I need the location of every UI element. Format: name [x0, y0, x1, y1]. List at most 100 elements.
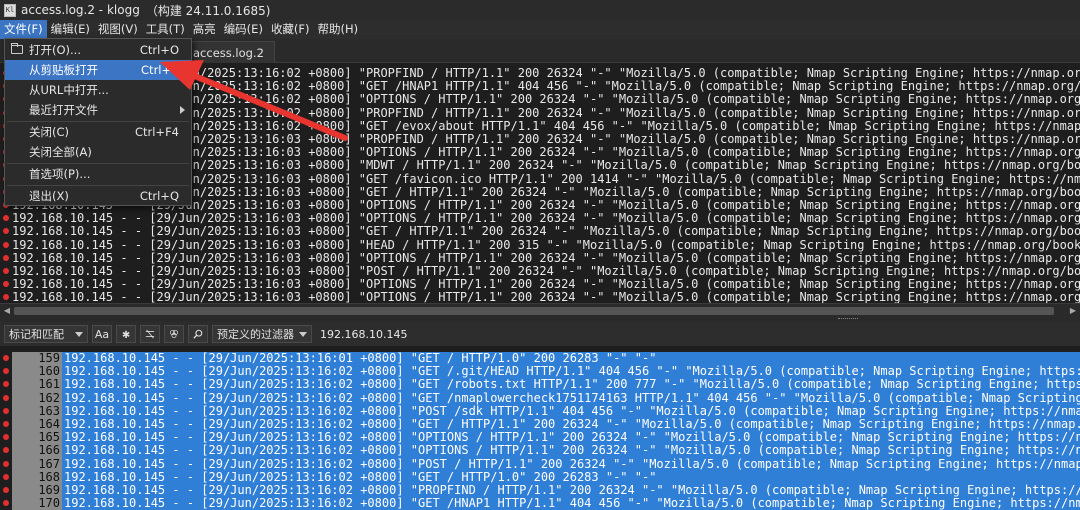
- result-text: 192.168.10.145 - - [29/Jun/2025:13:16:02…: [62, 377, 1080, 392]
- menu-tools[interactable]: 工具(T): [142, 20, 189, 39]
- menu-item-label: 从URL中打开...: [29, 83, 109, 97]
- result-row[interactable]: 161 192.168.10.145 - - [29/Jun/2025:13:16…: [0, 377, 1080, 392]
- menu-item-shortcut: Ctrl+F4: [134, 125, 179, 139]
- inverse-match-icon[interactable]: [140, 325, 160, 343]
- file-menu-dropdown: 打开(O)... Ctrl+O 从剪贴板打开 Ctrl+V 从URL中打开...…: [4, 38, 192, 206]
- match-marker-icon: [3, 368, 9, 375]
- menu-view[interactable]: 视图(V): [94, 20, 142, 39]
- log-line-text: 192.168.10.145 - - [29/Jun/2025:13:16:03…: [12, 224, 1080, 239]
- menu-file[interactable]: 文件(F): [0, 20, 47, 39]
- result-text: 192.168.10.145 - - [29/Jun/2025:13:16:02…: [62, 456, 1080, 471]
- match-marker-icon: [3, 294, 9, 301]
- match-marker-icon: [3, 421, 9, 427]
- menu-item-shortcut: Ctrl+O: [139, 43, 179, 57]
- svg-text:✱: ✱: [122, 330, 130, 340]
- result-row[interactable]: 170 192.168.10.145 - - [29/Jun/2025:13:16…: [0, 496, 1080, 510]
- submenu-arrow-icon: [180, 106, 185, 114]
- log-line[interactable]: 192.168.10.145 - - [29/Jun/2025:13:16:03…: [0, 237, 1080, 252]
- menu-item-open-url[interactable]: 从URL中打开...: [5, 80, 191, 100]
- result-row[interactable]: 166 192.168.10.145 - - [29/Jun/2025:13:16…: [0, 443, 1080, 458]
- match-marker-icon: [3, 241, 9, 248]
- menu-item-preferences[interactable]: 首选项(P)...: [5, 164, 191, 184]
- match-marker-icon: [3, 228, 9, 235]
- match-marker-icon: [3, 394, 9, 401]
- result-text: 192.168.10.145 - - [29/Jun/2025:13:16:02…: [62, 443, 1080, 458]
- menu-highlight[interactable]: 高亮: [189, 20, 220, 39]
- menu-item-label: 关闭(C): [29, 125, 70, 139]
- menu-item-shortcut: Ctrl+Q: [139, 189, 179, 203]
- menu-item-label: 关闭全部(A): [29, 145, 92, 159]
- mark-match-dropdown[interactable]: 标记和匹配: [4, 325, 88, 343]
- menu-bar: 文件(F) 编辑(E) 视图(V) 工具(T) 高亮 编码(E) 收藏(F) 帮…: [0, 20, 1080, 39]
- scroll-left-icon[interactable]: ◀: [2, 306, 12, 316]
- line-number: 167: [12, 457, 62, 471]
- menu-help[interactable]: 帮助(H): [314, 20, 363, 39]
- menu-item-recent-files[interactable]: 最近打开文件: [5, 100, 191, 120]
- menu-favorites[interactable]: 收藏(F): [267, 20, 314, 39]
- scroll-right-icon[interactable]: ▶: [1068, 306, 1078, 316]
- match-case-label: Aa: [94, 327, 110, 341]
- result-text: 192.168.10.145 - - [29/Jun/2025:13:16:02…: [62, 496, 1080, 510]
- menu-encoding[interactable]: 编码(E): [220, 20, 267, 39]
- menu-item-open[interactable]: 打开(O)... Ctrl+O: [5, 40, 191, 60]
- menu-item-exit[interactable]: 退出(X) Ctrl+Q: [5, 186, 191, 206]
- build-info: （构建 24.11.0.1685): [145, 3, 271, 18]
- log-line[interactable]: 192.168.10.145 - - [29/Jun/2025:13:16:03…: [0, 277, 1080, 291]
- menu-edit[interactable]: 编辑(E): [47, 20, 94, 39]
- menu-item-label: 最近打开文件: [29, 103, 98, 117]
- horizontal-scrollbar[interactable]: ◀ ▶: [0, 303, 1080, 317]
- filtered-results-view[interactable]: 159 192.168.10.145 - - [29/Jun/2025:13:16…: [0, 346, 1080, 510]
- mark-match-label: 标记和匹配: [9, 328, 64, 341]
- log-line[interactable]: 192.168.10.145 - - [29/Jun/2025:13:16:03…: [0, 251, 1080, 265]
- splitter-grip[interactable]: [838, 318, 858, 321]
- window-title: access.log.2 - klogg: [21, 3, 140, 17]
- result-row[interactable]: 168 192.168.10.145 - - [29/Jun/2025:13:16…: [0, 470, 1080, 484]
- match-marker-icon: [3, 407, 9, 414]
- match-marker-icon: [3, 281, 9, 288]
- title-bar: Kl access.log.2 - klogg （构建 24.11.0.1685…: [0, 0, 1080, 20]
- match-marker-icon: [3, 460, 9, 467]
- tab-access-log[interactable]: access.log.2: [182, 41, 275, 63]
- search-input[interactable]: 192.168.10.145: [320, 328, 407, 341]
- result-row[interactable]: 165 192.168.10.145 - - [29/Jun/2025:13:16…: [0, 430, 1080, 445]
- result-row[interactable]: 160 192.168.10.145 - - [29/Jun/2025:13:16…: [0, 364, 1080, 379]
- match-marker-icon: [3, 500, 9, 507]
- search-icon[interactable]: [188, 325, 208, 343]
- result-row[interactable]: 162 192.168.10.145 - - [29/Jun/2025:13:16…: [0, 390, 1080, 405]
- folder-open-icon: [11, 43, 23, 54]
- menu-item-label: 退出(X): [29, 189, 69, 203]
- menu-item-label: 从剪贴板打开: [29, 63, 98, 77]
- log-line[interactable]: 192.168.10.145 - - [29/Jun/2025:13:16:03…: [0, 225, 1080, 238]
- boolean-combine-icon[interactable]: [164, 325, 184, 343]
- match-marker-icon: [3, 434, 9, 441]
- match-marker-icon: [3, 254, 9, 261]
- match-case-button[interactable]: Aa: [92, 325, 112, 343]
- match-marker-icon: [3, 215, 9, 222]
- match-marker-icon: [3, 355, 9, 361]
- menu-item-label: 打开(O)...: [29, 43, 81, 57]
- line-number: 162: [12, 391, 62, 405]
- match-marker-icon: [3, 473, 9, 480]
- match-marker-icon: [3, 381, 9, 388]
- line-number: 166: [12, 444, 62, 458]
- menu-item-close[interactable]: 关闭(C) Ctrl+F4: [5, 122, 191, 142]
- result-text: 192.168.10.145 - - [29/Jun/2025:13:16:02…: [62, 390, 1080, 405]
- klogg-window: Kl access.log.2 - klogg （构建 24.11.0.1685…: [0, 0, 1080, 510]
- line-number: 170: [12, 496, 62, 510]
- match-marker-icon: [3, 447, 9, 454]
- predefined-filters-dropdown[interactable]: 预定义的过滤器: [212, 325, 312, 343]
- match-marker-icon: [3, 487, 9, 493]
- line-number: 161: [12, 378, 62, 392]
- match-marker-icon: [3, 268, 9, 274]
- filter-bar: 标记和匹配 Aa ✱ 预定义的过滤器 192.168.10.145: [0, 322, 1080, 346]
- menu-item-open-clipboard[interactable]: 从剪贴板打开 Ctrl+V: [5, 60, 191, 80]
- scrollbar-thumb[interactable]: [14, 307, 1054, 315]
- predefined-filters-label: 预定义的过滤器: [217, 328, 294, 341]
- app-icon: Kl: [4, 3, 16, 17]
- result-row[interactable]: 167 192.168.10.145 - - [29/Jun/2025:13:16…: [0, 456, 1080, 471]
- regex-icon[interactable]: ✱: [116, 325, 136, 343]
- menu-item-close-all[interactable]: 关闭全部(A): [5, 142, 191, 162]
- log-line-text: 192.168.10.145 - - [29/Jun/2025:13:16:03…: [12, 237, 1080, 252]
- log-line[interactable]: 192.168.10.145 - - [29/Jun/2025:13:16:03…: [0, 211, 1080, 225]
- result-row[interactable]: 163 192.168.10.145 - - [29/Jun/2025:13:16…: [0, 404, 1080, 418]
